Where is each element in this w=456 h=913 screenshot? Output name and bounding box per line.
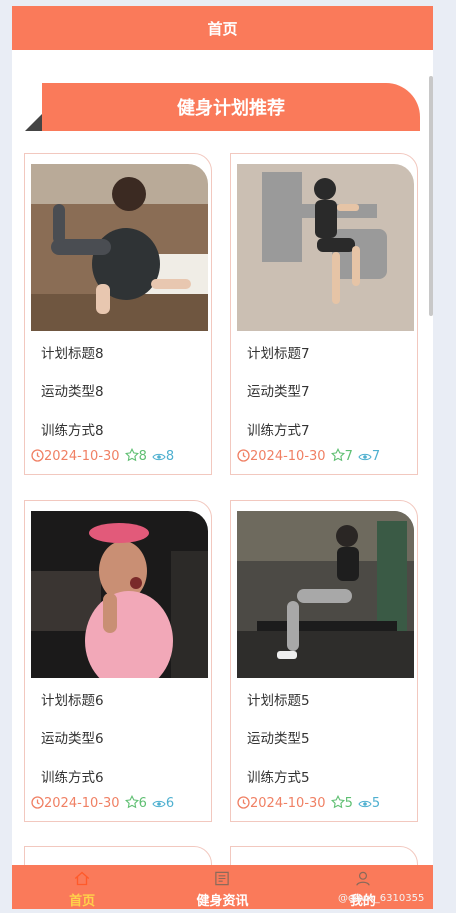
- plan-likes[interactable]: 8: [124, 447, 147, 464]
- plan-title[interactable]: 计划标题6: [41, 689, 104, 709]
- clock-icon: [31, 795, 44, 809]
- plan-title[interactable]: 计划标题7: [247, 342, 310, 362]
- eye-icon: [358, 800, 372, 807]
- eye-icon: [152, 800, 166, 807]
- plan-type: 运动类型6: [41, 731, 104, 747]
- plan-card[interactable]: 计划标题7 运动类型7 训练方式7 2024-10-30 7 7: [230, 153, 418, 475]
- section-banner: 健身计划推荐: [42, 83, 420, 131]
- plan-title[interactable]: 计划标题5: [247, 689, 310, 709]
- eye-icon: [358, 453, 372, 460]
- clock-icon: [31, 448, 44, 462]
- plan-title[interactable]: 计划标题8: [41, 342, 104, 362]
- plan-views: 8: [152, 449, 174, 464]
- plan-likes-count: 6: [138, 796, 147, 811]
- plan-method: 训练方式8: [41, 423, 104, 439]
- nav-home-label: 首页: [69, 894, 96, 909]
- watermark: @qqwx_6310355: [338, 893, 425, 904]
- nav-news[interactable]: 健身资讯: [152, 865, 292, 909]
- plan-views-count: 7: [371, 448, 381, 464]
- app-frame: 首页 健身计划推荐 计划标题8 运动类型8 训练方式8 2024-10-30 8…: [12, 6, 433, 909]
- user-icon: [356, 871, 370, 886]
- plan-date-text: 2024-10-30: [250, 448, 326, 464]
- plan-date: 2024-10-30: [237, 449, 326, 464]
- plan-likes-count: 8: [138, 449, 147, 464]
- plan-meta: 2024-10-30 7 7: [237, 447, 380, 464]
- plan-likes-count: 7: [344, 449, 353, 464]
- plan-method: 训练方式7: [247, 423, 310, 439]
- plan-likes[interactable]: 5: [330, 794, 353, 811]
- plan-card[interactable]: 计划标题5 运动类型5 训练方式5 2024-10-30 5 5: [230, 500, 418, 822]
- plan-date: 2024-10-30: [31, 449, 120, 464]
- plan-method: 训练方式6: [41, 770, 104, 786]
- plan-views: 7: [358, 449, 380, 464]
- plan-date-text: 2024-10-30: [44, 448, 120, 464]
- plan-views-count: 6: [165, 795, 175, 811]
- clock-icon: [237, 448, 250, 462]
- plan-type: 运动类型5: [247, 731, 310, 747]
- plan-likes[interactable]: 7: [330, 447, 353, 464]
- plan-type: 运动类型7: [247, 384, 310, 400]
- plan-views: 5: [358, 796, 380, 811]
- scrollbar[interactable]: [429, 76, 433, 316]
- plan-likes[interactable]: 6: [124, 794, 147, 811]
- nav-home[interactable]: 首页: [12, 865, 152, 909]
- plan-image[interactable]: [237, 511, 414, 678]
- plan-likes-count: 5: [344, 796, 353, 811]
- plan-type: 运动类型8: [41, 384, 104, 400]
- plan-image[interactable]: [237, 164, 414, 331]
- plan-card[interactable]: 计划标题8 运动类型8 训练方式8 2024-10-30 8 8: [24, 153, 212, 475]
- star-icon: [124, 794, 139, 809]
- page-title: 首页: [207, 19, 238, 38]
- plan-image[interactable]: [31, 511, 208, 678]
- star-icon: [124, 447, 139, 462]
- plan-method: 训练方式5: [247, 770, 310, 786]
- home-icon: [74, 871, 90, 886]
- eye-icon: [152, 453, 166, 460]
- plan-date-text: 2024-10-30: [44, 795, 120, 811]
- plan-meta: 2024-10-30 8 8: [31, 447, 174, 464]
- plan-card[interactable]: 计划标题6 运动类型6 训练方式6 2024-10-30 6 6: [24, 500, 212, 822]
- plan-meta: 2024-10-30 5 5: [237, 794, 380, 811]
- plan-date: 2024-10-30: [31, 796, 120, 811]
- star-icon: [330, 447, 345, 462]
- plan-views: 6: [152, 796, 174, 811]
- top-header: 首页: [12, 6, 433, 50]
- plan-views-count: 5: [371, 795, 381, 811]
- plan-date: 2024-10-30: [237, 796, 326, 811]
- clock-icon: [237, 795, 250, 809]
- banner-fold-decoration: [25, 113, 43, 131]
- plan-views-count: 8: [165, 448, 175, 464]
- section-title: 健身计划推荐: [177, 98, 285, 119]
- plan-date-text: 2024-10-30: [250, 795, 326, 811]
- plan-image[interactable]: [31, 164, 208, 331]
- news-icon: [215, 871, 230, 886]
- plan-meta: 2024-10-30 6 6: [31, 794, 174, 811]
- nav-news-label: 健身资讯: [196, 894, 249, 909]
- star-icon: [330, 794, 345, 809]
